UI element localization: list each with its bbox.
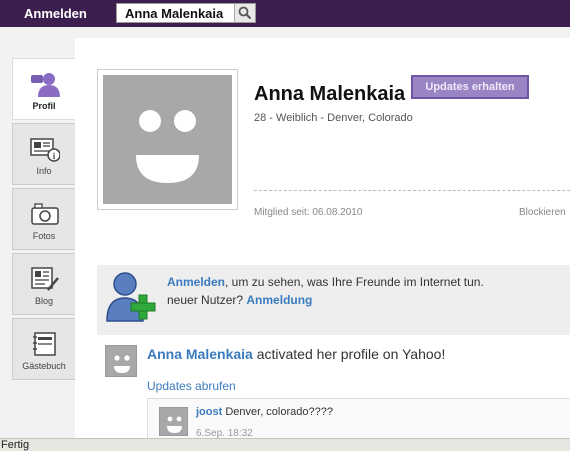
status-bar: Fertig: [0, 438, 570, 451]
login-notice: Anmelden, um zu sehen, was Ihre Freunde …: [97, 265, 570, 335]
info-icon: i: [30, 138, 60, 162]
login-link[interactable]: Anmelden: [24, 6, 87, 21]
notice-line-2: neuer Nutzer? Anmeldung: [167, 293, 312, 307]
profile-details: 28 - Weiblich - Denver, Colorado: [254, 112, 413, 124]
profile-icon: [31, 73, 60, 97]
profile-avatar: [97, 69, 238, 210]
comment-text: joost Denver, colorado????: [196, 406, 333, 418]
search-icon: [238, 6, 252, 20]
activity-user-link[interactable]: Anna Malenkaia: [147, 346, 253, 362]
smiley-placeholder-icon: [114, 355, 130, 373]
tab-label: Profil: [32, 101, 56, 111]
search-input[interactable]: [117, 4, 234, 22]
camera-icon: [31, 203, 59, 225]
notice-line-1-text: , um zu sehen, was Ihre Freunde im Inter…: [225, 275, 484, 289]
tab-blog[interactable]: Blog: [12, 253, 75, 315]
tab-fotos[interactable]: Fotos: [12, 188, 75, 250]
member-since: Mitglied seit: 06.08.2010: [254, 207, 363, 218]
get-updates-link[interactable]: Updates abrufen: [147, 379, 236, 393]
search-button[interactable]: [234, 4, 255, 22]
notice-line-1: Anmelden, um zu sehen, was Ihre Freunde …: [167, 275, 484, 289]
tab-info[interactable]: i Info: [12, 123, 75, 185]
divider: [254, 190, 570, 191]
top-bar: Anmelden: [0, 0, 570, 27]
activity-message: activated her profile on Yahoo!: [252, 346, 446, 362]
comment-message: Denver, colorado????: [222, 406, 333, 418]
tab-profil[interactable]: Profil: [12, 58, 75, 120]
comment-avatar[interactable]: [159, 407, 188, 436]
activity-avatar[interactable]: [105, 345, 137, 377]
notice-line-2-text: neuer Nutzer?: [167, 293, 247, 307]
comment-user-link[interactable]: joost: [196, 406, 222, 418]
guestbook-icon: [33, 332, 56, 356]
profile-name: Anna Malenkaia: [254, 83, 406, 105]
tab-label: Info: [36, 166, 52, 176]
tab-label: Gästebuch: [22, 361, 66, 371]
comment-item: joost Denver, colorado???? 6.Sep. 18:32: [147, 398, 570, 443]
smiley-placeholder-icon: [136, 110, 199, 183]
blog-icon: [31, 267, 59, 291]
add-user-icon: [106, 272, 156, 322]
tab-label: Fotos: [32, 231, 56, 241]
follow-updates-button[interactable]: Updates erhalten: [411, 75, 529, 99]
tab-label: Blog: [34, 296, 53, 306]
smiley-placeholder-icon: [167, 416, 182, 433]
activity-text: Anna Malenkaia activated her profile on …: [147, 346, 445, 362]
block-link[interactable]: Blockieren: [519, 207, 566, 218]
status-text: Fertig: [1, 439, 30, 451]
notice-login-link[interactable]: Anmelden: [167, 275, 225, 289]
signup-link[interactable]: Anmeldung: [246, 293, 312, 307]
search-box: [116, 3, 256, 23]
tab-gaestebuch[interactable]: Gästebuch: [12, 318, 75, 380]
